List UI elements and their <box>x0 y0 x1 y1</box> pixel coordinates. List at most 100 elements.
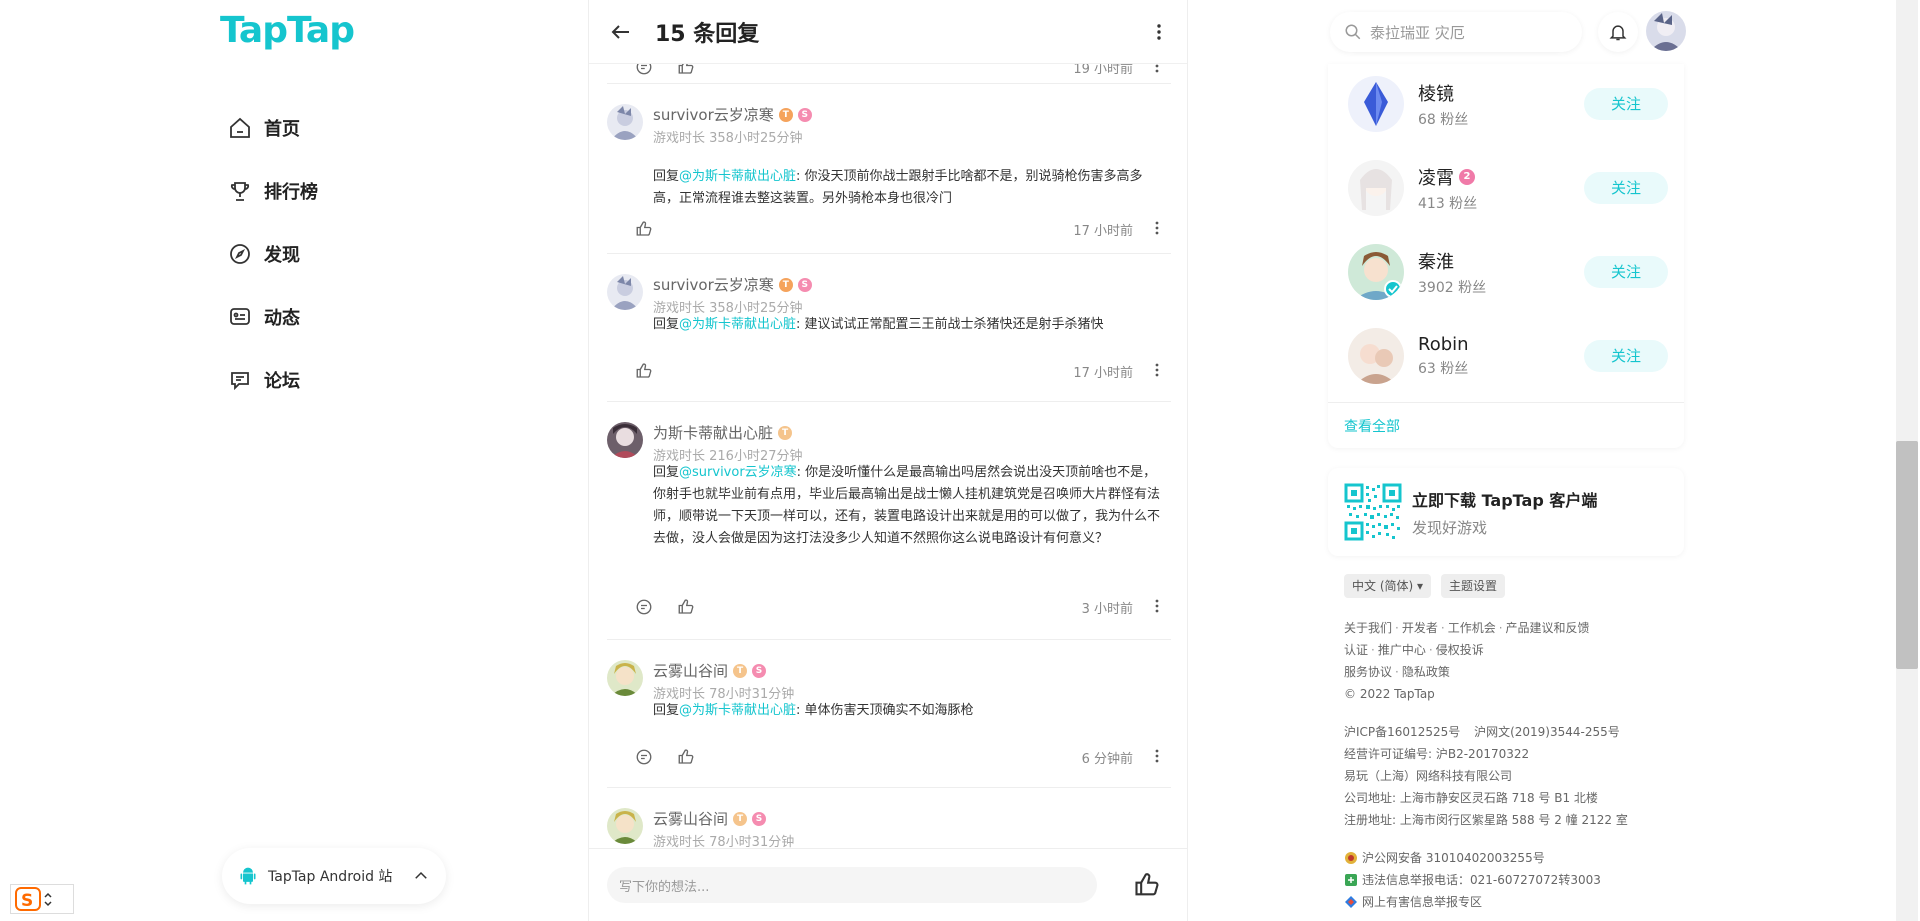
user-avatar[interactable] <box>1646 11 1686 51</box>
verified-icon <box>1384 280 1402 298</box>
comment-icon[interactable] <box>633 596 655 618</box>
icp-link[interactable]: 沪ICP备16012525号 <box>1344 725 1460 739</box>
follow-button[interactable]: 关注 <box>1584 88 1668 120</box>
nav-item-label: 首页 <box>264 118 300 140</box>
legal-info: 沪ICP备16012525号 沪网文(2019)3544-255号 经营许可证编… <box>1344 721 1628 831</box>
police-record-text: 沪公网安备 31010402003255号 <box>1362 851 1545 865</box>
footer-line: 沪ICP备16012525号 沪网文(2019)3544-255号 <box>1344 721 1628 743</box>
more-vertical-icon[interactable] <box>1147 359 1167 381</box>
recommended-user-name[interactable]: 棱镜 <box>1418 80 1584 106</box>
recommended-user-name[interactable]: Robin <box>1418 334 1584 355</box>
report-phone[interactable]: 违法信息举报电话：021-60727072转3003 <box>1344 869 1601 891</box>
download-app-card[interactable]: 立即下载 TapTap 客户端 发现好游戏 <box>1328 468 1684 556</box>
playtime: 游戏时长 358小时25分钟 <box>653 131 803 146</box>
reply-time: 17 小时前 <box>1073 366 1133 381</box>
feed-icon <box>230 307 250 325</box>
recommended-user-name[interactable]: 秦淮 <box>1418 248 1584 274</box>
report-site[interactable]: 网上有害信息举报专区 <box>1344 891 1601 913</box>
nav-item-forum[interactable]: 论坛 <box>228 348 318 411</box>
back-arrow-icon[interactable] <box>609 20 633 44</box>
footer-link-infringement[interactable]: 侵权投诉 <box>1436 643 1484 657</box>
avatar[interactable] <box>607 660 643 696</box>
reply-input-placeholder: 写下你的想法... <box>619 879 710 895</box>
avatar[interactable] <box>607 808 643 844</box>
mention-link[interactable]: @为斯卡蒂献出心脏 <box>679 703 796 718</box>
thumbs-up-icon[interactable] <box>675 746 697 768</box>
reply-panel-header: 15 条回复 <box>589 0 1187 64</box>
nav-item-discover[interactable]: 发现 <box>228 222 318 285</box>
reply-body: : 单体伤害天顶确实不如海豚枪 <box>796 703 974 718</box>
culture-license-link[interactable]: 沪网文(2019)3544-255号 <box>1474 725 1620 739</box>
report-site-text: 网上有害信息举报专区 <box>1362 895 1483 909</box>
more-vertical-icon[interactable] <box>1149 22 1169 42</box>
thumbs-up-icon[interactable] <box>1133 871 1161 899</box>
report-info: 沪公网安备 31010402003255号 违法信息举报电话：021-60727… <box>1344 847 1601 913</box>
recommended-user-fans: 3902 粉丝 <box>1418 279 1487 296</box>
avatar[interactable] <box>1348 160 1404 216</box>
avatar[interactable] <box>607 274 643 310</box>
forum-icon <box>231 371 249 390</box>
footer-link-developer[interactable]: 开发者 <box>1402 621 1438 635</box>
reply-prefix: 回复 <box>653 465 680 480</box>
sogou-ime-icon: S <box>15 887 41 911</box>
reply-prefix: 回复 <box>653 169 680 184</box>
footer-link-jobs[interactable]: 工作机会 <box>1448 621 1496 635</box>
footer-link-promotion[interactable]: 推广中心 <box>1378 643 1426 657</box>
thumbs-up-icon[interactable] <box>633 360 655 382</box>
notification-button[interactable] <box>1598 12 1638 52</box>
nav-item-home[interactable]: 首页 <box>228 96 318 159</box>
avatar[interactable] <box>1348 244 1404 300</box>
reply-username[interactable]: 云雾山谷间 T S <box>653 660 767 681</box>
reply-text: 回复@为斯卡蒂献出心脏: 单体伤害天顶确实不如海豚枪 <box>653 700 1167 722</box>
mention-link[interactable]: @为斯卡蒂献出心脏 <box>679 317 796 332</box>
reply-username[interactable]: survivor云岁凉寒 T S <box>653 104 812 125</box>
avatar[interactable] <box>607 104 643 140</box>
taptap-logo[interactable]: TapTap <box>220 10 355 51</box>
chevron-up-icon[interactable] <box>412 867 430 885</box>
more-vertical-icon[interactable] <box>1147 745 1167 767</box>
footer-link-terms[interactable]: 服务协议 <box>1344 665 1392 679</box>
reply-text: 回复@为斯卡蒂献出心脏: 建议试试正常配置三王前战士杀猪快还是射手杀猪快 <box>653 314 1167 336</box>
footer-link-privacy[interactable]: 隐私政策 <box>1402 665 1450 679</box>
ime-toolbar[interactable]: S <box>10 884 74 914</box>
follow-button[interactable]: 关注 <box>1584 340 1668 372</box>
level-badge-icon: T <box>778 277 793 292</box>
mention-link[interactable]: @为斯卡蒂献出心脏 <box>679 169 796 184</box>
reply-username[interactable]: 为斯卡蒂献出心脏 T <box>653 422 793 443</box>
right-sidebar: 泰拉瑞亚 灾厄 棱镜 68 粉丝 关注 凌霄 2 413 粉丝 关注 秦淮 39… <box>1328 0 1686 921</box>
android-site-label: TapTap Android 站 <box>268 869 393 885</box>
more-vertical-icon[interactable] <box>1147 595 1167 617</box>
nav-item-feed[interactable]: 动态 <box>228 285 318 348</box>
theme-settings-button[interactable]: 主题设置 <box>1441 574 1506 598</box>
reply-username[interactable]: 云雾山谷间 T S <box>653 808 767 829</box>
reply-username[interactable]: survivor云岁凉寒 T S <box>653 274 812 295</box>
see-all-link[interactable]: 查看全部 <box>1344 416 1400 436</box>
page-title: 15 条回复 <box>655 21 760 47</box>
more-vertical-icon[interactable] <box>1147 217 1167 239</box>
recommended-user: 秦淮 3902 粉丝 关注 <box>1348 242 1668 302</box>
footer-link-about[interactable]: 关于我们 <box>1344 621 1392 635</box>
mention-link[interactable]: @survivor云岁凉寒 <box>679 465 797 480</box>
follow-button[interactable]: 关注 <box>1584 172 1668 204</box>
search-input[interactable]: 泰拉瑞亚 灾厄 <box>1330 12 1582 52</box>
police-record[interactable]: 沪公网安备 31010402003255号 <box>1344 847 1601 869</box>
page-scrollbar-thumb[interactable] <box>1896 441 1918 669</box>
avatar[interactable] <box>1348 328 1404 384</box>
business-license: 经营许可证编号: 沪B2-20170322 <box>1344 747 1530 761</box>
recommended-users-card: 棱镜 68 粉丝 关注 凌霄 2 413 粉丝 关注 秦淮 3902 粉丝 关注… <box>1328 64 1684 448</box>
avatar[interactable] <box>607 422 643 458</box>
comment-icon[interactable] <box>633 746 655 768</box>
ime-dropdown-icon[interactable] <box>41 889 55 909</box>
follow-button[interactable]: 关注 <box>1584 256 1668 288</box>
footer-link-verify[interactable]: 认证 <box>1344 643 1368 657</box>
recommended-user-name-text[interactable]: 凌霄 <box>1418 164 1454 190</box>
thumbs-up-icon[interactable] <box>675 596 697 618</box>
avatar[interactable] <box>1348 76 1404 132</box>
reply-prefix: 回复 <box>653 703 680 718</box>
thumbs-up-icon[interactable] <box>633 218 655 240</box>
nav-item-ranking[interactable]: 排行榜 <box>228 159 318 222</box>
android-site-switch[interactable]: TapTap Android 站 <box>222 848 446 904</box>
footer-link-feedback[interactable]: 产品建议和反馈 <box>1506 621 1590 635</box>
reply-input[interactable]: 写下你的想法... <box>607 867 1097 903</box>
language-select[interactable]: 中文 (简体) ▾ <box>1344 574 1432 598</box>
